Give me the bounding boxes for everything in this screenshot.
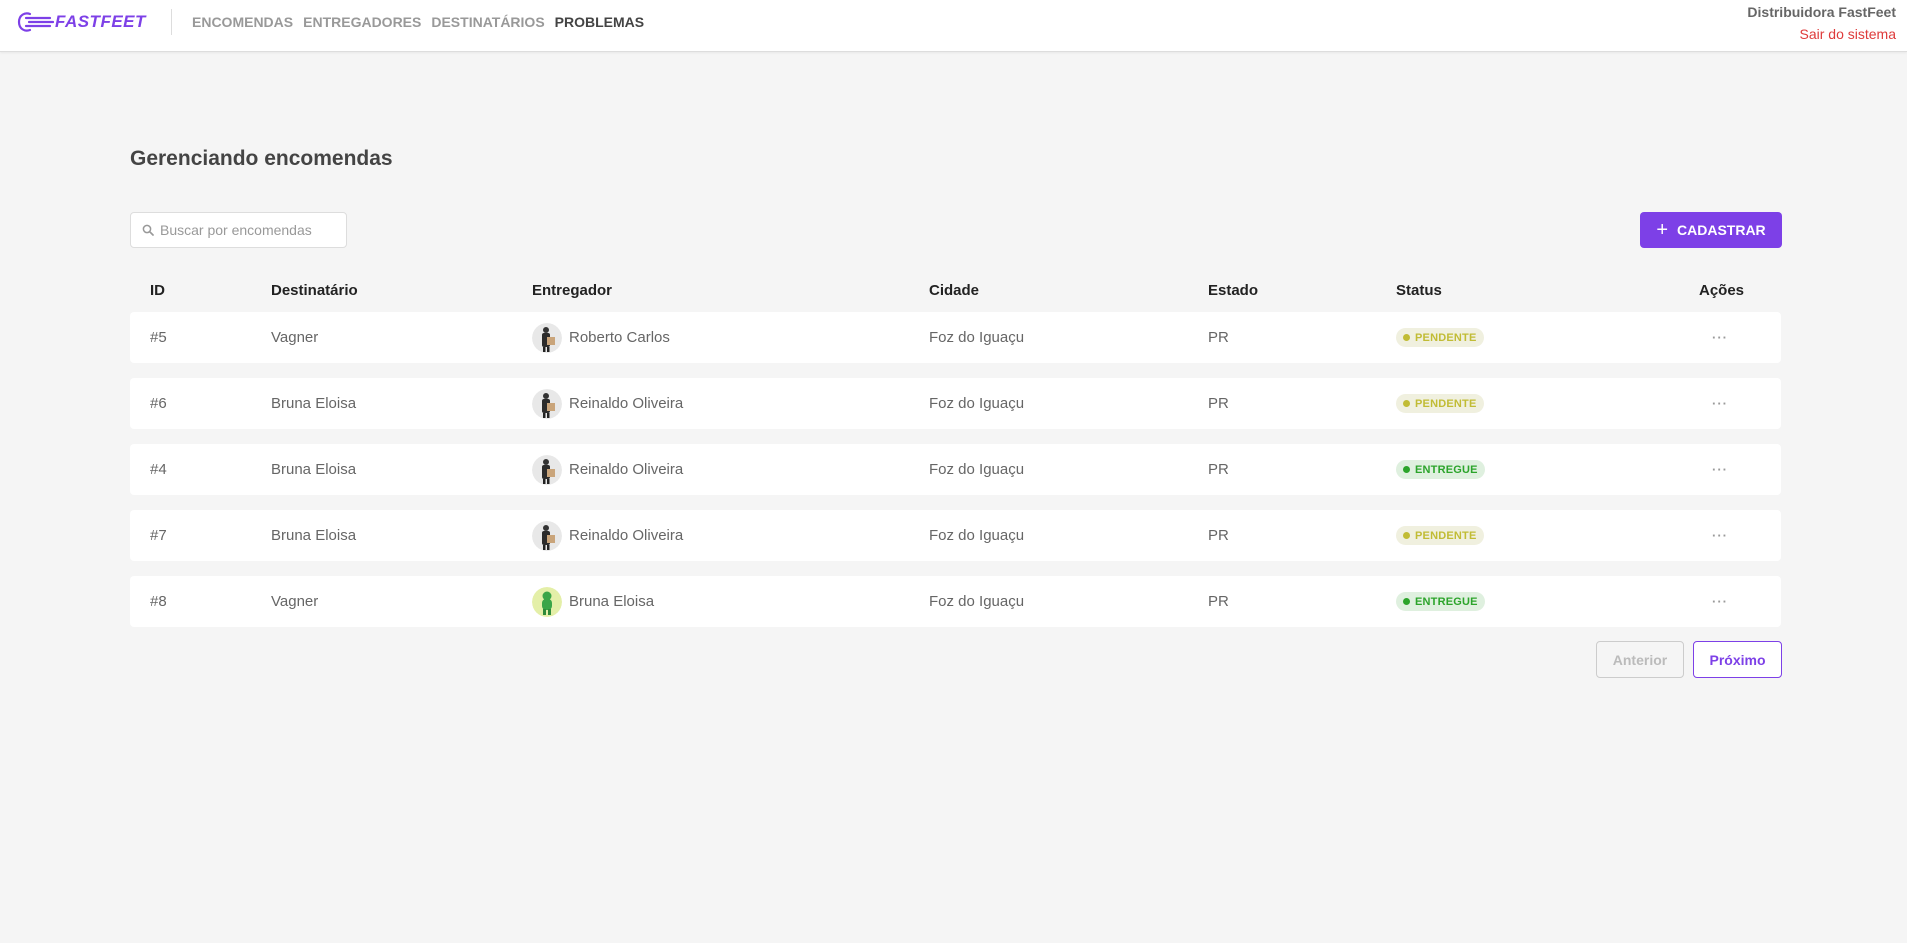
deliveryman-name: Reinaldo Oliveira xyxy=(569,395,684,412)
header-divider xyxy=(171,9,172,35)
table-row: #4 Bruna Eloisa Reinaldo Oliveira Foz do… xyxy=(130,444,1781,495)
logo-text: FASTFEET xyxy=(55,12,146,31)
row-city: Foz do Iguaçu xyxy=(929,461,1025,478)
table-row: #8 Vagner Bruna Eloisa Foz do Iguaçu PR … xyxy=(130,576,1781,627)
deliveryman-name: Reinaldo Oliveira xyxy=(569,527,684,544)
column-header-actions: Ações xyxy=(1699,282,1745,299)
table-row: #6 Bruna Eloisa Reinaldo Oliveira Foz do… xyxy=(130,378,1781,429)
status-badge: PENDENTE xyxy=(1396,328,1484,347)
nav-item-encomendas[interactable]: ENCOMENDAS xyxy=(192,14,293,30)
row-actions-menu[interactable]: ··· xyxy=(1712,378,1728,429)
status-badge: PENDENTE xyxy=(1396,526,1484,545)
table-row: #5 Vagner Roberto Carlos Foz do Iguaçu P… xyxy=(130,312,1781,363)
status-label: PENDENTE xyxy=(1415,331,1477,344)
courier-photo xyxy=(532,322,562,353)
main-nav: ENCOMENDAS ENTREGADORES DESTINATÁRIOS PR… xyxy=(192,14,644,30)
user-name: Distribuidora FastFeet xyxy=(1747,4,1896,20)
nav-item-problemas[interactable]: PROBLEMAS xyxy=(555,14,644,30)
search-input[interactable] xyxy=(160,222,340,238)
column-header-recipient: Destinatário xyxy=(271,282,358,299)
row-status: PENDENTE xyxy=(1396,312,1484,363)
add-button-label: CADASTRAR xyxy=(1677,222,1766,238)
deliveryman-name: Reinaldo Oliveira xyxy=(569,461,684,478)
status-dot xyxy=(1403,334,1410,341)
row-state: PR xyxy=(1208,593,1229,610)
deliveryman-name: Bruna Eloisa xyxy=(569,593,655,610)
row-city: Foz do Iguaçu xyxy=(929,527,1025,544)
status-badge: ENTREGUE xyxy=(1396,460,1485,479)
status-dot xyxy=(1403,598,1410,605)
row-actions-menu[interactable]: ··· xyxy=(1712,510,1728,561)
row-state: PR xyxy=(1208,395,1229,412)
row-city: Foz do Iguaçu xyxy=(929,593,1025,610)
next-page-button[interactable]: Próximo xyxy=(1693,641,1782,678)
status-dot xyxy=(1403,400,1410,407)
row-deliveryman: Bruna Eloisa xyxy=(532,576,654,627)
user-area: Distribuidora FastFeet Sair do sistema xyxy=(1747,3,1896,43)
row-city: Foz do Iguaçu xyxy=(929,329,1025,346)
status-dot xyxy=(1403,466,1410,473)
previous-page-button[interactable]: Anterior xyxy=(1596,641,1684,678)
row-status: PENDENTE xyxy=(1396,378,1484,429)
row-deliveryman: Roberto Carlos xyxy=(532,312,670,363)
row-id: #4 xyxy=(150,461,167,478)
row-actions-menu[interactable]: ··· xyxy=(1712,312,1728,363)
row-id: #8 xyxy=(150,593,167,610)
row-actions-menu[interactable]: ··· xyxy=(1712,444,1728,495)
row-id: #5 xyxy=(150,329,167,346)
courier-photo xyxy=(532,454,562,485)
status-label: ENTREGUE xyxy=(1415,595,1478,608)
row-city: Foz do Iguaçu xyxy=(929,395,1025,412)
status-label: PENDENTE xyxy=(1415,529,1477,542)
status-label: ENTREGUE xyxy=(1415,463,1478,476)
column-header-id: ID xyxy=(150,282,165,299)
row-id: #6 xyxy=(150,395,167,412)
speed-lines-truck-icon xyxy=(17,12,54,32)
nav-item-destinatarios[interactable]: DESTINATÁRIOS xyxy=(431,14,544,30)
row-state: PR xyxy=(1208,527,1229,544)
courier-photo xyxy=(532,520,562,551)
row-state: PR xyxy=(1208,329,1229,346)
fastfeet-logo[interactable]: FASTFEET xyxy=(16,9,146,35)
nav-item-entregadores[interactable]: ENTREGADORES xyxy=(303,14,421,30)
status-badge: ENTREGUE xyxy=(1396,592,1485,611)
row-recipient: Vagner xyxy=(271,593,319,610)
row-recipient: Bruna Eloisa xyxy=(271,461,357,478)
row-recipient: Bruna Eloisa xyxy=(271,395,357,412)
logout-link[interactable]: Sair do sistema xyxy=(1747,25,1896,43)
column-header-state: Estado xyxy=(1208,282,1259,299)
row-status: ENTREGUE xyxy=(1396,576,1485,627)
row-recipient: Vagner xyxy=(271,329,319,346)
row-status: PENDENTE xyxy=(1396,510,1484,561)
courier-photo xyxy=(532,388,562,419)
status-label: PENDENTE xyxy=(1415,397,1477,410)
table-row: #7 Bruna Eloisa Reinaldo Oliveira Foz do… xyxy=(130,510,1781,561)
status-badge: PENDENTE xyxy=(1396,394,1484,413)
green-figure-photo xyxy=(532,586,562,617)
column-header-deliveryman: Entregador xyxy=(532,282,613,299)
page-title: Gerenciando encomendas xyxy=(130,147,393,170)
search-icon xyxy=(142,224,154,236)
search-box[interactable] xyxy=(130,212,347,248)
plus-icon: + xyxy=(1656,219,1668,241)
row-recipient: Bruna Eloisa xyxy=(271,527,357,544)
row-id: #7 xyxy=(150,527,167,544)
add-order-button[interactable]: + CADASTRAR xyxy=(1640,212,1782,248)
row-deliveryman: Reinaldo Oliveira xyxy=(532,444,683,495)
row-deliveryman: Reinaldo Oliveira xyxy=(532,510,683,561)
column-header-city: Cidade xyxy=(929,282,980,299)
deliveryman-name: Roberto Carlos xyxy=(569,329,670,346)
row-deliveryman: Reinaldo Oliveira xyxy=(532,378,683,429)
status-dot xyxy=(1403,532,1410,539)
row-status: ENTREGUE xyxy=(1396,444,1485,495)
column-header-status: Status xyxy=(1396,282,1442,299)
row-state: PR xyxy=(1208,461,1229,478)
top-navigation-bar: FASTFEET ENCOMENDAS ENTREGADORES DESTINA… xyxy=(0,0,1907,52)
row-actions-menu[interactable]: ··· xyxy=(1712,576,1728,627)
